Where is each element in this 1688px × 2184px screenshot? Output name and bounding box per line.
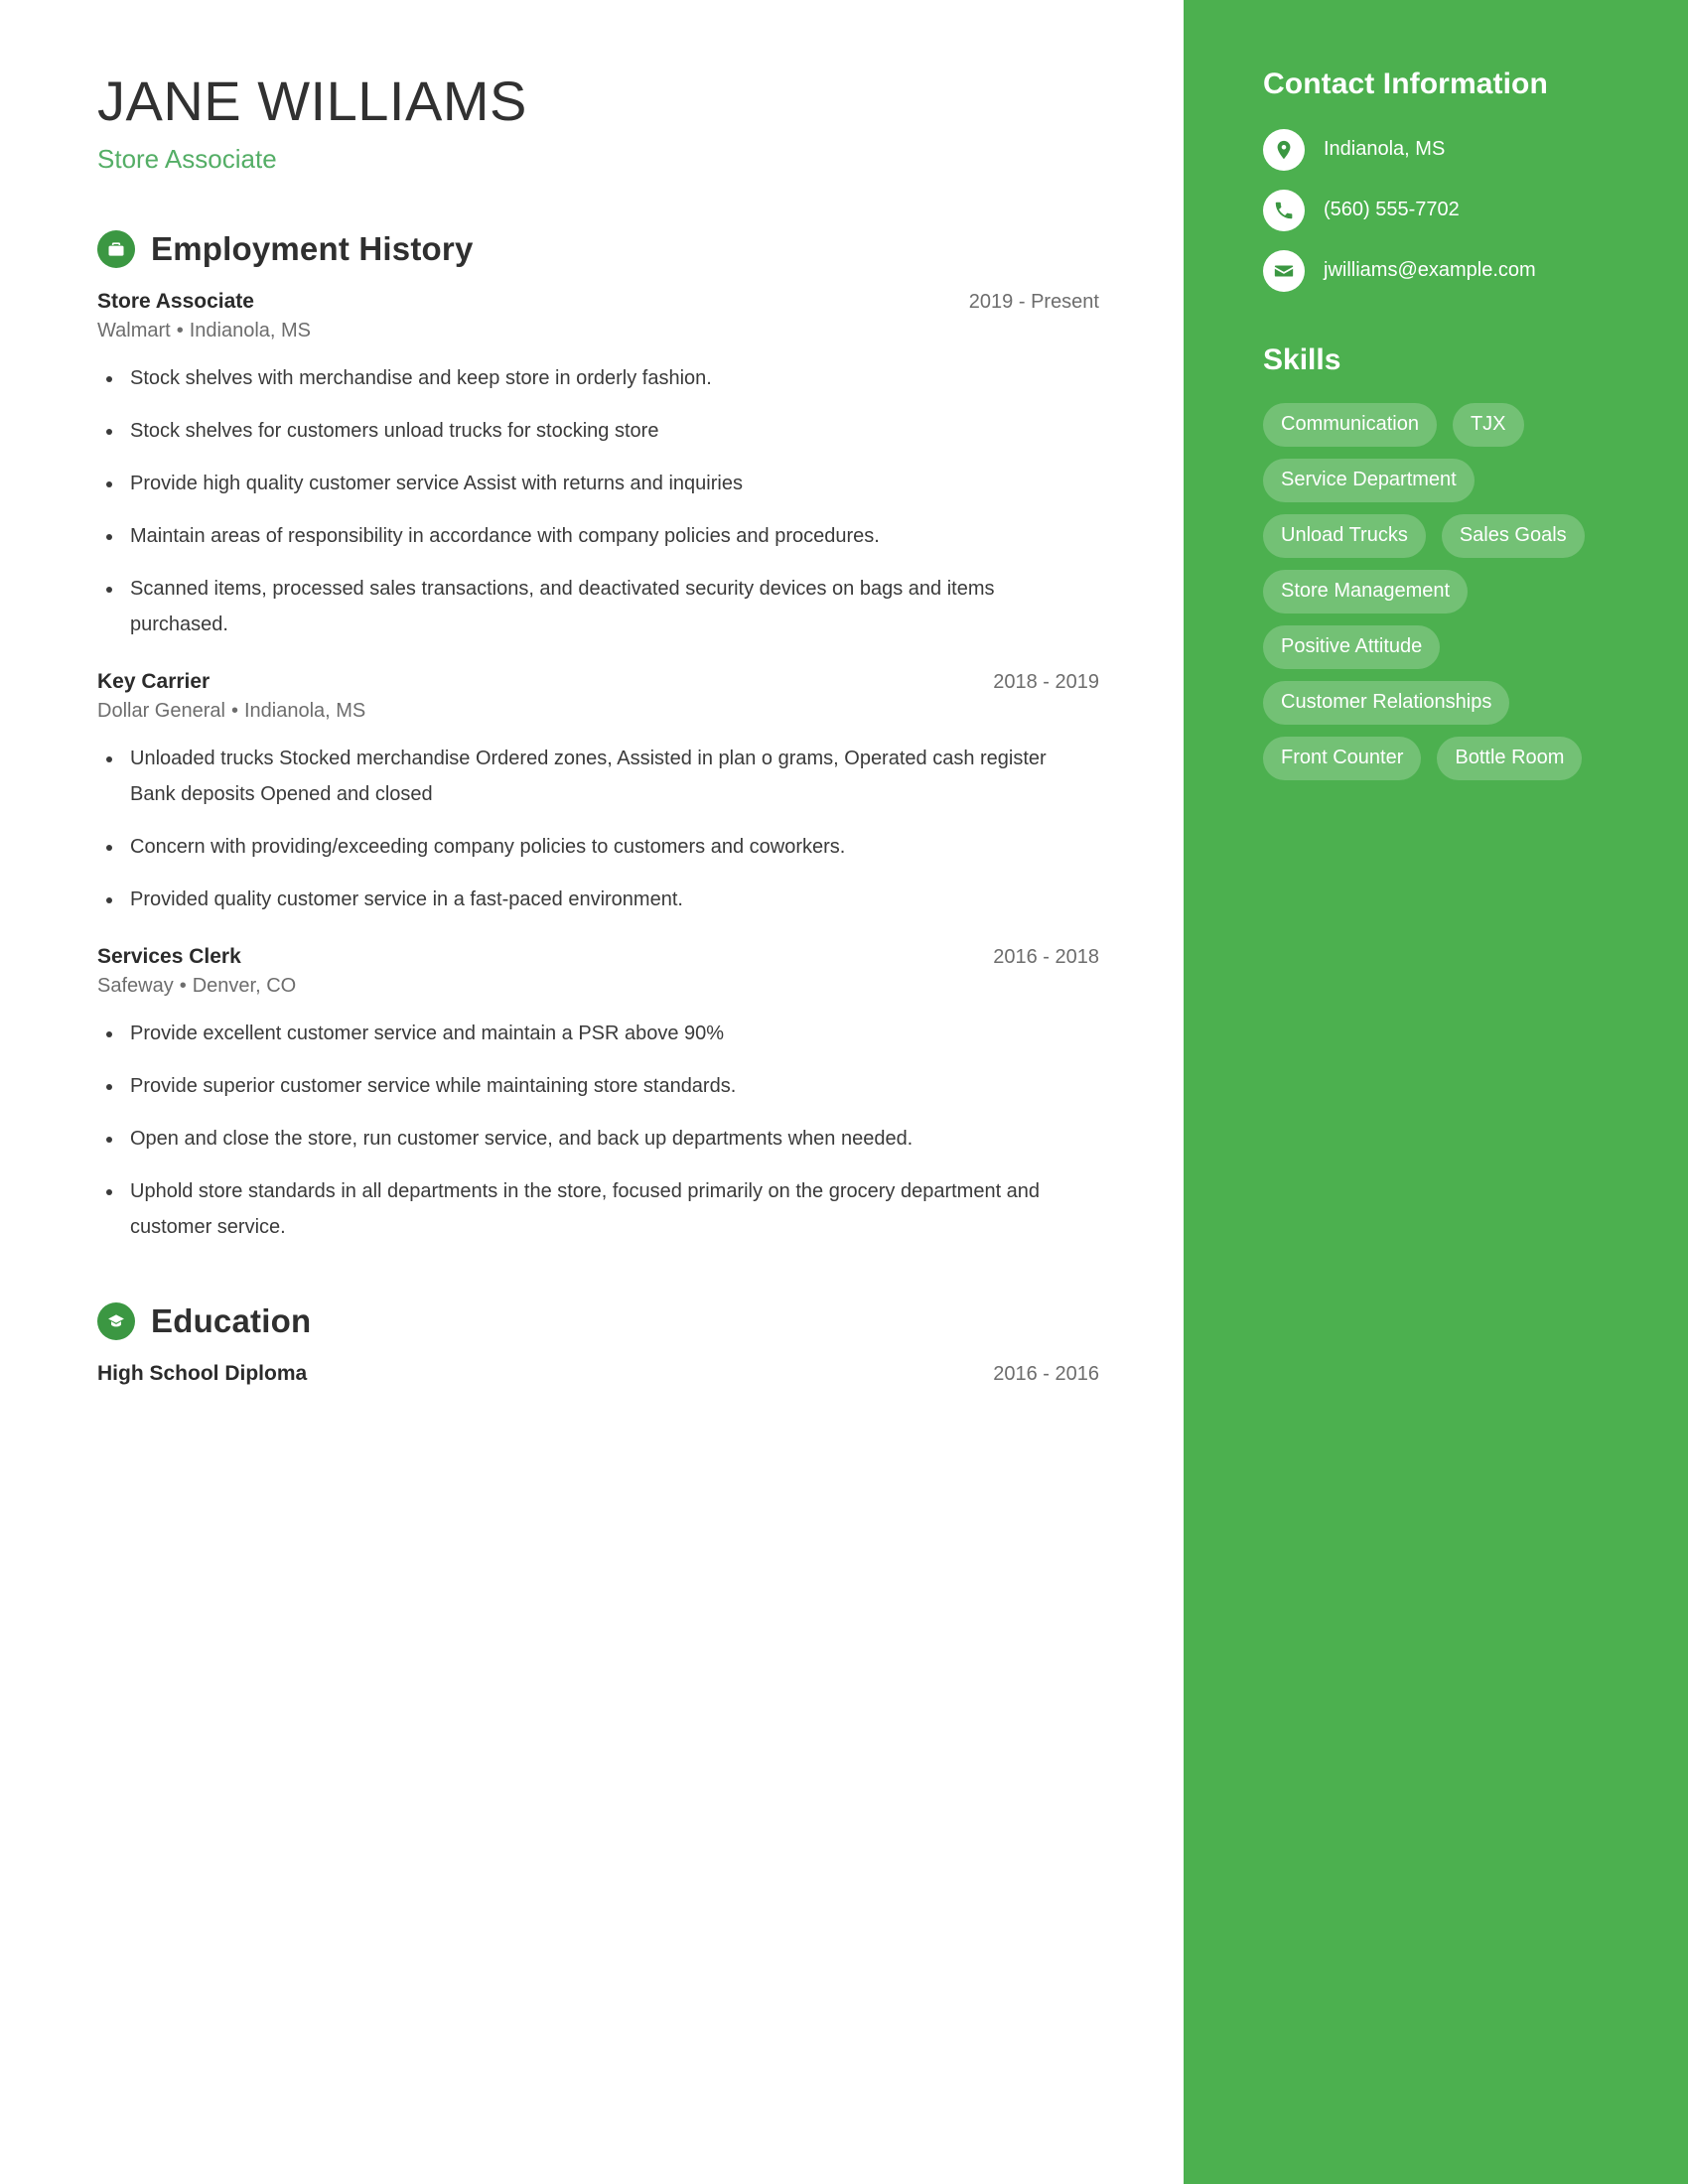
skill-tag: Front Counter [1263, 737, 1422, 780]
job-bullet: Provide high quality customer service As… [97, 466, 1090, 501]
job-bullet: Provided quality customer service in a f… [97, 882, 1090, 917]
job-bullet-list: Unloaded trucks Stocked merchandise Orde… [97, 741, 1099, 917]
skill-tag: Communication [1263, 403, 1437, 447]
job-company: Walmart [97, 320, 171, 342]
job-dates: 2019 - Present [968, 291, 1099, 314]
job-entry: Store Associate 2019 - Present Walmart • I… [97, 290, 1099, 642]
job-entry: Key Carrier 2018 - 2019 Dollar General • I… [97, 670, 1099, 917]
employment-history-title: Employment History [151, 230, 474, 268]
education-degree: High School Diploma [97, 1362, 308, 1386]
job-bullet: Maintain areas of responsibility in acco… [97, 518, 1090, 554]
separator-dot: • [176, 320, 184, 342]
job-company-location: Dollar General • Indianola, MS [97, 700, 1099, 723]
graduation-cap-icon [97, 1302, 135, 1341]
job-entry-head: Services Clerk 2016 - 2018 [97, 945, 1099, 969]
skill-tag: Customer Relationships [1263, 681, 1510, 725]
email-icon [1263, 250, 1305, 292]
contact-item-phone: (560) 555-7702 [1263, 190, 1632, 231]
job-dates: 2018 - 2019 [993, 671, 1099, 694]
separator-dot: • [230, 700, 238, 723]
contact-location-value: Indianola, MS [1324, 138, 1446, 160]
sidebar: Contact Information Indianola, MS (560) … [1184, 0, 1688, 2184]
skill-tag: Bottle Room [1437, 737, 1583, 780]
job-entry-head: Key Carrier 2018 - 2019 [97, 670, 1099, 694]
employment-job-list: Store Associate 2019 - Present Walmart • I… [97, 290, 1099, 1245]
education-dates: 2016 - 2016 [993, 1363, 1099, 1386]
location-pin-icon [1263, 129, 1305, 171]
job-dates: 2016 - 2018 [993, 946, 1099, 969]
page-title: JANE WILLIAMS [97, 69, 527, 132]
job-company-location: Walmart • Indianola, MS [97, 320, 1099, 342]
job-entry-head: Store Associate 2019 - Present [97, 290, 1099, 314]
job-role: Key Carrier [97, 670, 211, 694]
job-bullet: Concern with providing/exceeding company… [97, 829, 1090, 865]
job-bullet: Open and close the store, run customer s… [97, 1121, 1090, 1157]
phone-icon [1263, 190, 1305, 231]
job-company-location: Safeway • Denver, CO [97, 975, 1099, 998]
job-location: Indianola, MS [189, 320, 312, 342]
skill-tag: Unload Trucks [1263, 514, 1426, 558]
contact-item-email: jwilliams@example.com [1263, 250, 1632, 292]
job-bullet-list: Provide excellent customer service and m… [97, 1016, 1099, 1245]
job-location: Indianola, MS [243, 700, 366, 723]
education-entry: High School Diploma 2016 - 2016 [97, 1362, 1099, 1386]
job-role: Store Associate [97, 290, 254, 314]
job-bullet-list: Stock shelves with merchandise and keep … [97, 360, 1099, 642]
contact-list: Indianola, MS (560) 555-7702 jwilliams@e… [1263, 129, 1632, 292]
contact-email-value: jwilliams@example.com [1324, 259, 1536, 281]
skill-tag: TJX [1452, 403, 1524, 447]
education-title: Education [151, 1302, 312, 1340]
skills-list: Communication TJX Service Department Unl… [1263, 403, 1591, 780]
skill-tag: Service Department [1263, 459, 1475, 502]
job-entry: Services Clerk 2016 - 2018 Safeway • Denve… [97, 945, 1099, 1245]
contact-item-location: Indianola, MS [1263, 129, 1632, 171]
resume-page: JANE WILLIAMS Store Associate Employment… [0, 0, 1688, 2184]
job-bullet: Provide superior customer service while … [97, 1068, 1090, 1104]
education-header: Education [97, 1302, 1099, 1341]
job-bullet: Scanned items, processed sales transacti… [97, 571, 1090, 642]
contact-phone-value: (560) 555-7702 [1324, 199, 1460, 220]
employment-history-header: Employment History [97, 230, 1099, 269]
job-role: Services Clerk [97, 945, 241, 969]
skill-tag: Sales Goals [1441, 514, 1585, 558]
job-company: Safeway [97, 975, 174, 998]
main-column: JANE WILLIAMS Store Associate Employment… [0, 0, 1184, 1396]
job-location: Denver, CO [192, 975, 297, 998]
employment-history-section: Employment History Store Associate 2019 … [97, 230, 1099, 1245]
job-bullet: Stock shelves with merchandise and keep … [97, 360, 1090, 396]
person-job-title: Store Associate [97, 144, 277, 175]
job-bullet: Uphold store standards in all department… [97, 1173, 1090, 1245]
education-section: Education High School Diploma 2016 - 201… [97, 1302, 1099, 1386]
job-company: Dollar General [97, 700, 225, 723]
skill-tag: Store Management [1263, 570, 1469, 614]
job-bullet: Unloaded trucks Stocked merchandise Orde… [97, 741, 1090, 812]
separator-dot: • [179, 975, 187, 998]
job-bullet: Stock shelves for customers unload truck… [97, 413, 1090, 449]
job-bullet: Provide excellent customer service and m… [97, 1016, 1090, 1051]
skill-tag: Positive Attitude [1263, 625, 1441, 669]
briefcase-icon [97, 230, 135, 269]
contact-information-heading: Contact Information [1263, 68, 1548, 100]
education-entry-head: High School Diploma 2016 - 2016 [97, 1362, 1099, 1386]
skills-heading: Skills [1263, 343, 1341, 376]
